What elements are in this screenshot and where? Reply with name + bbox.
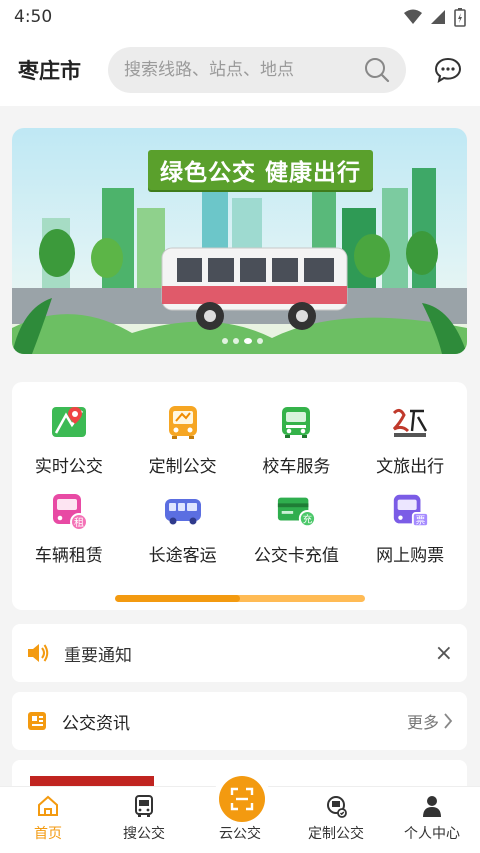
service-grid: 实时公交 定制公交 校车服务 文旅出行 租 车辆租赁 长途客运 充 公交卡充值 … — [12, 382, 467, 566]
grid-item-card-recharge[interactable]: 充 公交卡充值 — [240, 491, 354, 566]
chevron-right-icon — [444, 713, 453, 729]
bus-search-icon — [131, 793, 157, 819]
status-time: 4:50 — [14, 7, 53, 27]
notice-text: 重要通知 — [64, 645, 132, 666]
carousel-indicator — [222, 338, 263, 344]
tab-label: 定制公交 — [308, 826, 364, 842]
more-label: 更多 — [406, 713, 439, 732]
grid-item-realtime-bus[interactable]: 实时公交 — [12, 402, 126, 477]
grid-item-custom-bus[interactable]: 定制公交 — [126, 402, 240, 477]
cell-signal-icon — [431, 10, 445, 24]
header: 枣庄市 — [0, 34, 480, 106]
scan-icon — [219, 776, 265, 822]
close-icon[interactable]: × — [435, 641, 453, 666]
chat-bubble-icon — [434, 57, 462, 84]
card-recharge-icon: 充 — [276, 491, 317, 531]
map-pin-icon — [49, 402, 89, 442]
svg-text:票: 票 — [416, 515, 426, 526]
tab-home[interactable]: 首页 — [0, 787, 96, 853]
battery-icon — [454, 8, 466, 27]
city-selector[interactable]: 枣庄市 — [18, 55, 98, 85]
grid-label: 定制公交 — [148, 457, 217, 477]
carousel-dot — [257, 338, 263, 344]
custom-bus-icon — [323, 793, 349, 819]
grid-item-long-distance[interactable]: 长途客运 — [126, 491, 240, 566]
coach-icon — [163, 491, 203, 531]
rental-bus-icon: 租 — [49, 491, 89, 531]
grid-item-culture-travel[interactable]: 文旅出行 — [353, 402, 467, 477]
status-bar: 4:50 — [0, 0, 480, 34]
grid-item-school-bus[interactable]: 校车服务 — [240, 402, 354, 477]
svg-text:租: 租 — [74, 516, 84, 529]
tab-custom-bus[interactable]: 定制公交 — [288, 787, 384, 853]
ticket-bus-icon: 票 — [390, 491, 430, 531]
grid-label: 公交卡充值 — [253, 546, 339, 566]
search-icon[interactable] — [364, 57, 390, 83]
carousel-dot — [233, 338, 239, 344]
grid-label: 文旅出行 — [376, 457, 445, 477]
home-icon — [35, 793, 61, 819]
grid-label: 实时公交 — [34, 457, 103, 477]
wifi-icon — [404, 9, 422, 24]
grid-label: 长途客运 — [148, 546, 217, 566]
carousel-dot-active — [244, 338, 252, 344]
service-grid-card: 实时公交 定制公交 校车服务 文旅出行 租 车辆租赁 长途客运 充 公交卡充值 … — [12, 382, 467, 610]
important-notice-bar[interactable]: 重要通知 × — [12, 624, 467, 682]
tab-label: 搜公交 — [123, 826, 165, 842]
svg-text:充: 充 — [303, 513, 313, 525]
news-icon — [28, 712, 46, 730]
bus-front-icon — [163, 402, 203, 442]
culture-travel-logo-icon — [390, 402, 430, 442]
speaker-icon — [28, 644, 49, 662]
person-icon — [419, 793, 445, 819]
grid-label: 网上购票 — [376, 546, 445, 566]
cloud-bus-scan-button[interactable] — [213, 770, 271, 828]
grid-item-vehicle-rental[interactable]: 租 车辆租赁 — [12, 491, 126, 566]
tab-label: 个人中心 — [404, 826, 460, 842]
grid-item-online-ticket[interactable]: 票 网上购票 — [353, 491, 467, 566]
grid-scroll-indicator — [115, 595, 365, 602]
school-bus-icon — [276, 402, 316, 442]
search-input[interactable] — [124, 60, 354, 80]
news-title: 公交资讯 — [62, 713, 130, 734]
tab-label: 首页 — [34, 826, 62, 842]
grid-label: 车辆租赁 — [34, 546, 103, 566]
banner-slogan: 绿色公交 健康出行 — [148, 150, 374, 190]
grid-label: 校车服务 — [262, 457, 331, 477]
carousel-dot — [222, 338, 228, 344]
status-icons — [404, 7, 466, 27]
tab-search-bus[interactable]: 搜公交 — [96, 787, 192, 853]
bus-news-header[interactable]: 公交资讯 更多 — [12, 692, 467, 750]
tab-profile[interactable]: 个人中心 — [384, 787, 480, 853]
grid-scroll-fill — [115, 595, 240, 602]
search-bar[interactable] — [108, 47, 406, 93]
promo-banner[interactable]: 绿色公交 健康出行 — [12, 128, 467, 354]
more-link[interactable]: 更多 — [407, 709, 453, 733]
message-button[interactable] — [430, 52, 466, 88]
